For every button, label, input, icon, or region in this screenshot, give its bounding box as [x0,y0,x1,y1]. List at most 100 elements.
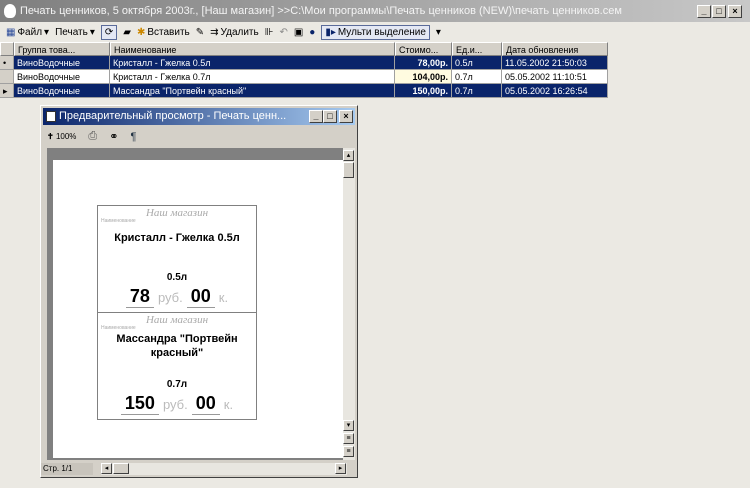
cell-name[interactable]: Массандра "Портвейн красный" [110,84,395,98]
scroll-right-button[interactable]: ▸ [335,463,346,474]
row-indicator: ▸ [0,84,14,98]
app-icon [4,4,16,18]
header-unit[interactable]: Ед.и... [452,42,502,56]
cell-date[interactable]: 05.05.2002 16:26:54 [502,84,608,98]
preview-area: Наш магазин Наименование Кристалл - Гжел… [47,148,355,460]
info-icon: ● [309,26,316,38]
delete-label: Удалить [220,26,259,38]
cell-group[interactable]: ВиноВодочные [14,84,110,98]
preview-maximize-button[interactable]: □ [323,110,337,123]
next-page-button[interactable]: ≡ [343,446,354,457]
preview-toolbar: ✝ 100% ⎙ ⚭ ¶ [47,130,136,143]
cell-unit[interactable]: 0.5л [452,56,502,70]
h-scroll-thumb[interactable] [113,463,129,474]
copy-button[interactable]: ▣ [294,27,303,38]
kop-label: к. [223,397,234,412]
edit-button[interactable]: ✎ [196,27,204,38]
preview-minimize-button[interactable]: _ [309,110,323,123]
table-row[interactable]: • ВиноВодочные Кристалл - Гжелка 0.5л 78… [0,56,608,70]
cell-unit[interactable]: 0.7л [452,70,502,84]
file-menu[interactable]: ▦ Файл ▾ [6,27,49,38]
print-preview-window: Предварительный просмотр - Печать ценн..… [40,105,358,478]
cell-group[interactable]: ВиноВодочные [14,56,110,70]
scroll-thumb[interactable] [343,162,354,178]
toolbar: ▦ Файл ▾ Печать ▾ ⟳ ▰ ✱ Вставить ✎ ⇉ Удалить … [0,22,750,42]
open-button[interactable]: ▰ [123,27,131,38]
pen-icon: ✎ [195,26,205,38]
scroll-down-button[interactable]: ▾ [343,420,354,431]
toolbar-overflow[interactable]: ▾ [436,27,441,38]
maximize-button[interactable]: □ [712,5,726,18]
price-tag: Наш магазин Наименование Кристалл - Гжел… [97,205,257,313]
horizontal-scrollbar[interactable]: ◂ ▸ [101,463,347,475]
preview-title: Предварительный просмотр - Печать ценн..… [59,110,287,122]
zoom-button[interactable]: ✝ 100% [47,132,76,141]
prev-page-button[interactable]: ≡ [343,433,354,444]
file-icon: ▦ [6,26,16,38]
rub-label: руб. [162,397,188,412]
preview-status-bar: Стр. 1/1 ◂ ▸ [41,462,357,476]
cell-price[interactable]: 150,00р. [395,84,452,98]
multi-select-label: Мульти выделение [337,26,426,38]
header-date[interactable]: Дата обновления [502,42,608,56]
vertical-scrollbar[interactable]: ▴ ▾ ≡ ≡ [343,148,355,460]
refresh-icon: ⟳ [104,26,114,38]
product-name: Кристалл - Гжелка 0.5л [114,232,240,244]
row-indicator: • [0,56,14,70]
price: 150 руб. 00 к. [98,393,256,415]
table-row[interactable]: ▸ ВиноВодочные Массандра "Портвейн красн… [0,84,608,98]
table-row[interactable]: ВиноВодочные Кристалл - Гжелка 0.7л 104,… [0,70,608,84]
multi-select-button[interactable]: ▮▸ Мульти выделение [321,24,430,40]
print-menu[interactable]: Печать ▾ [55,27,95,38]
minimize-button[interactable]: _ [697,5,711,18]
undo-button[interactable]: ↶ [279,27,287,38]
table-header: Группа това... Наименование Стоимо... Ед… [0,42,608,56]
price-rub: 78 [125,286,154,308]
cell-name[interactable]: Кристалл - Гжелка 0.7л [110,70,395,84]
zoom-level: 100% [55,132,77,141]
window-title: Печать ценников, 5 октября 2003г., [Наш … [20,5,622,17]
print-icon[interactable]: ⎙ [88,130,97,143]
copy-icon: ▣ [293,26,304,38]
cell-price[interactable]: 104,00р. [395,70,452,84]
price-kop: 00 [191,393,220,415]
header-name[interactable]: Наименование [110,42,395,56]
price-rub: 150 [120,393,159,415]
price-tag: Наш магазин Наименование Массандра "Порт… [97,312,257,420]
header-indicator [0,42,14,56]
preview-page: Наш магазин Наименование Кристалл - Гжел… [53,160,343,458]
print-label: Печать [55,26,88,38]
rub-label: руб. [157,290,183,305]
cell-price[interactable]: 78,00р. [395,56,452,70]
preview-close-button[interactable]: × [339,110,353,123]
header-group[interactable]: Группа това... [14,42,110,56]
zoom-icon: ✝ [47,132,54,141]
row-indicator [0,70,14,84]
cell-group[interactable]: ВиноВодочные [14,70,110,84]
filter-icon: ⊪ [264,26,274,38]
undo-icon: ↶ [279,26,288,38]
close-button[interactable]: × [728,5,742,18]
preview-icon [46,111,56,122]
insert-icon: ✱ [136,26,146,38]
find-icon[interactable]: ⚭ [109,130,118,143]
insert-button[interactable]: ✱ Вставить [137,27,190,38]
cell-unit[interactable]: 0.7л [452,84,502,98]
scroll-up-button[interactable]: ▴ [343,150,354,161]
cell-date[interactable]: 11.05.2002 21:50:03 [502,56,608,70]
delete-button[interactable]: ⇉ Удалить [210,27,259,38]
header-price[interactable]: Стоимо... [395,42,452,56]
cell-date[interactable]: 05.05.2002 11:10:51 [502,70,608,84]
delete-icon: ⇉ [210,26,219,38]
page-setup-icon[interactable]: ¶ [130,131,136,143]
info-button[interactable]: ● [309,27,315,38]
main-title-bar: Печать ценников, 5 октября 2003г., [Наш … [0,0,750,22]
refresh-button[interactable]: ⟳ [100,24,118,40]
kop-label: к. [218,290,229,305]
filter-button[interactable]: ⊪ [265,27,274,38]
insert-label: Вставить [147,26,190,38]
name-label: Наименование [101,218,136,224]
scroll-left-button[interactable]: ◂ [101,463,112,474]
cell-name[interactable]: Кристалл - Гжелка 0.5л [110,56,395,70]
price-kop: 00 [186,286,215,308]
